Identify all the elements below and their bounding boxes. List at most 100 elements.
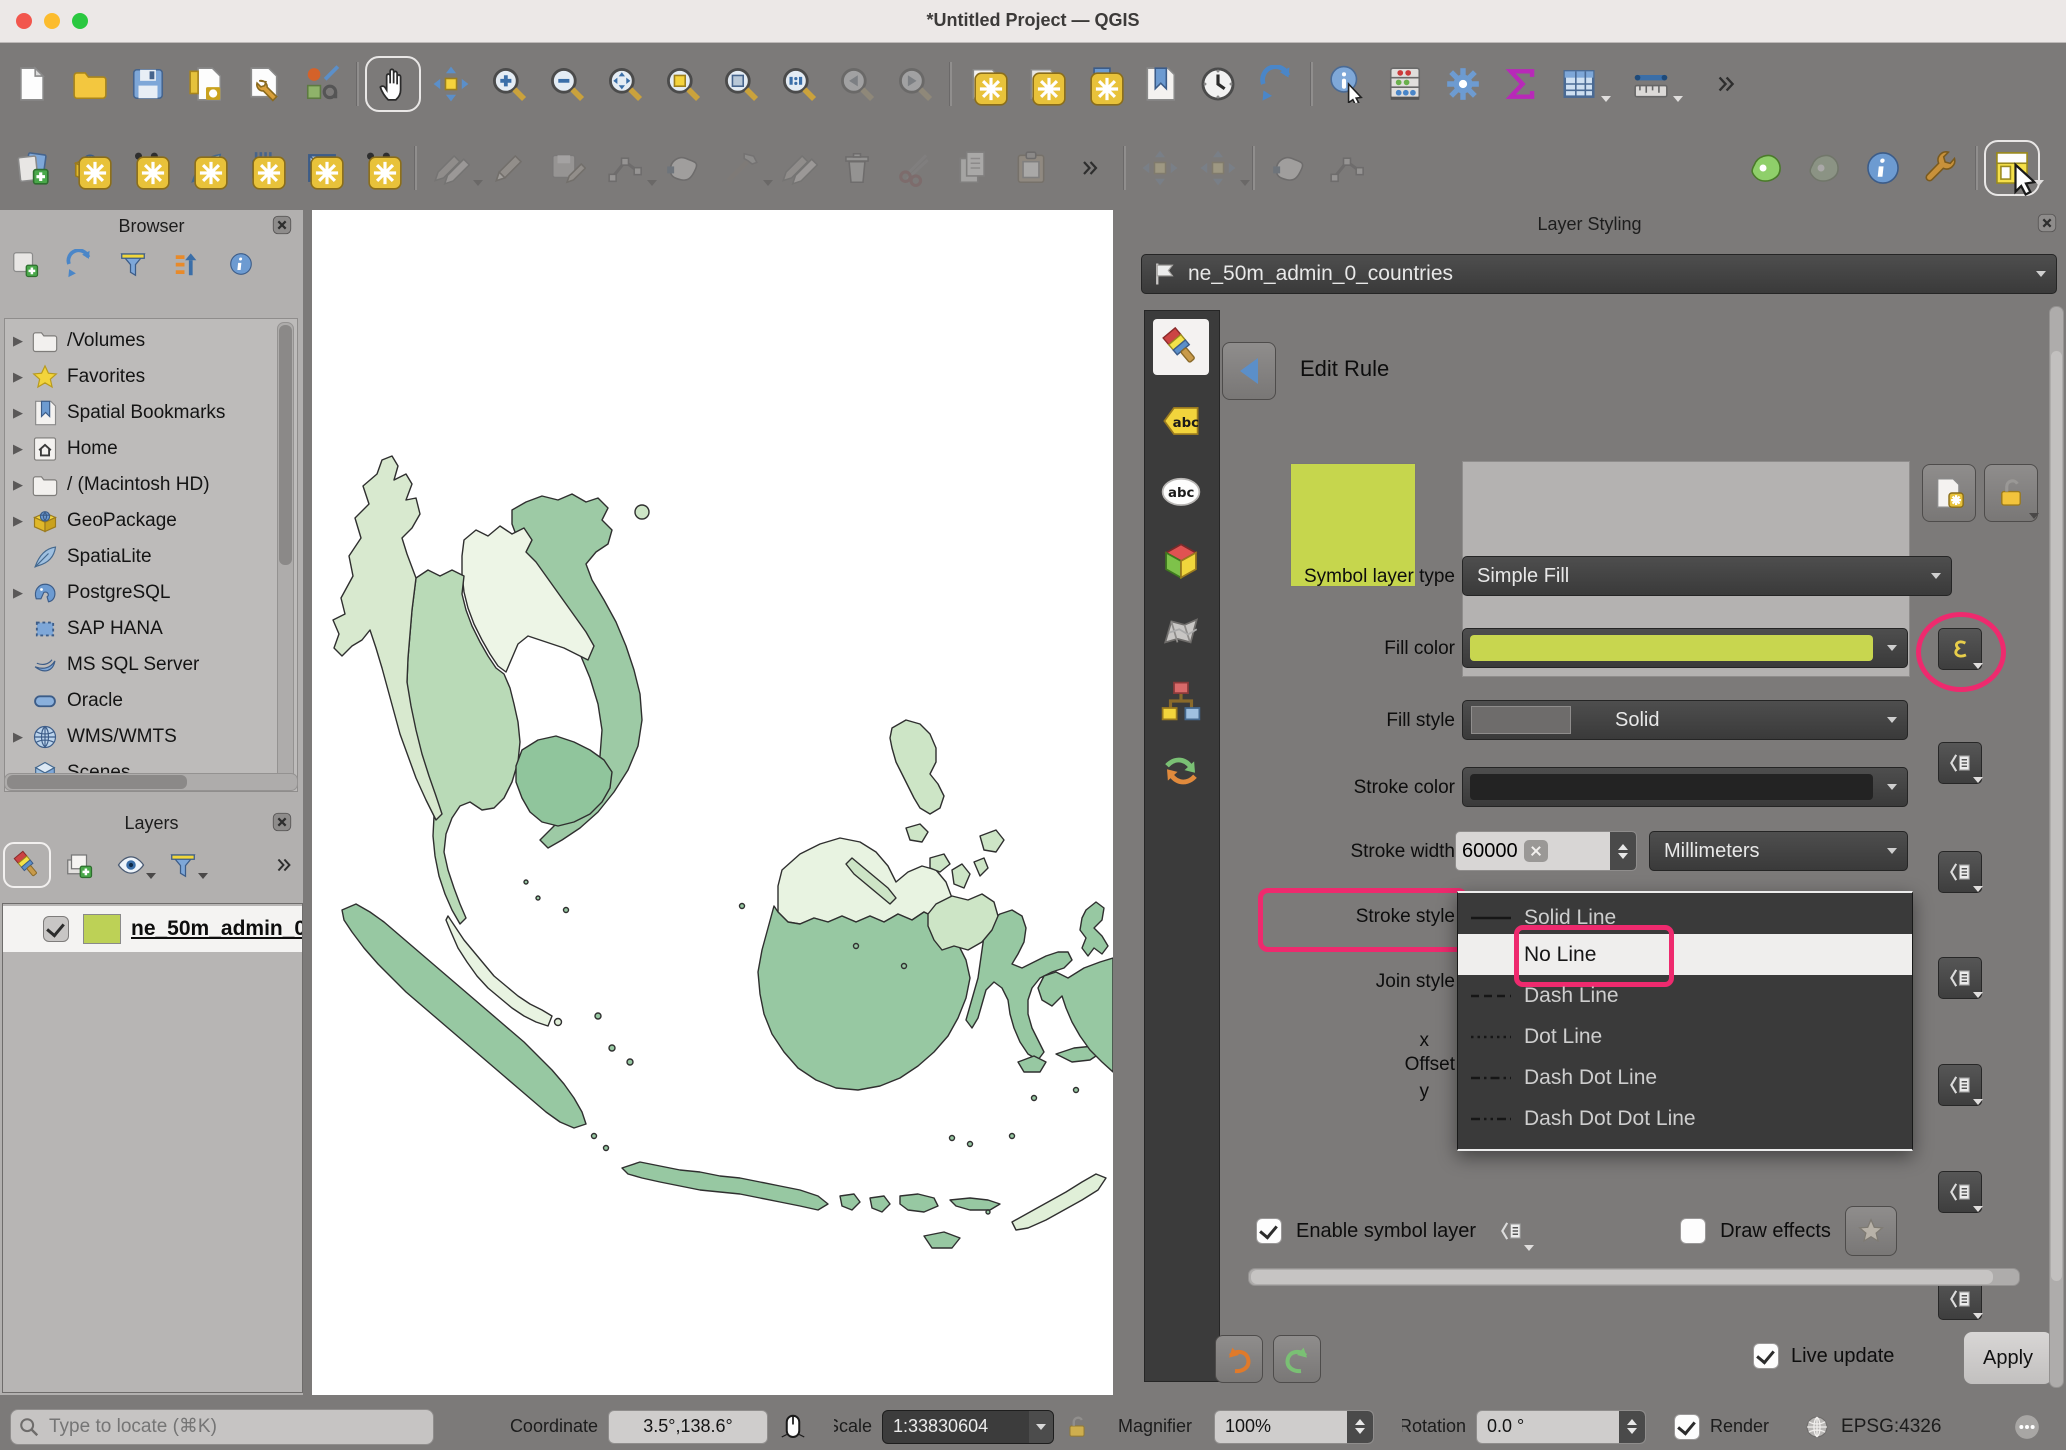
modify-attributes-button[interactable] <box>775 144 823 192</box>
draw-effects-checkbox[interactable] <box>1680 1218 1706 1244</box>
layer-styling-dock-button[interactable] <box>1988 144 2036 192</box>
browser-item-home[interactable]: ▶Home <box>5 431 298 467</box>
new-spatial-bookmark-button[interactable] <box>1078 60 1126 108</box>
fill-style-data-defined-button[interactable] <box>1938 742 1982 784</box>
save-edits-button[interactable] <box>543 144 591 192</box>
close-styling-panel-icon[interactable] <box>2036 212 2058 234</box>
coordinate-value[interactable]: 3.5°,138.6° <box>608 1410 768 1444</box>
browser-item-spatialite[interactable]: SpatiaLite <box>5 539 298 575</box>
rotation-spinbox[interactable]: 0.0 ° <box>1476 1410 1646 1444</box>
stroke-width-stepper[interactable] <box>1610 832 1636 870</box>
zoom-out-button[interactable] <box>543 60 591 108</box>
new-geopackage-layer-button[interactable] <box>66 144 114 192</box>
styling-horizontal-scrollbar[interactable] <box>1248 1268 2020 1286</box>
layer-row-ne-50m-admin-0-countries[interactable]: ne_50m_admin_0_countries <box>3 906 302 952</box>
zoom-full-button[interactable] <box>601 60 649 108</box>
browser-item-oracle[interactable]: Oracle <box>5 683 298 719</box>
fill-style-dropdown[interactable]: Solid <box>1462 700 1908 740</box>
stroke-color-button[interactable] <box>1462 767 1908 807</box>
rotate-feature-button[interactable] <box>1265 144 1313 192</box>
browser-item-geopackage[interactable]: ▶GeoPackage <box>5 503 298 539</box>
new-map-view-button[interactable] <box>962 60 1010 108</box>
crs-globe-icon[interactable] <box>1803 1413 1831 1441</box>
browser-item-favorites[interactable]: ▶Favorites <box>5 359 298 395</box>
paste-features-button[interactable] <box>1007 144 1055 192</box>
add-group-button[interactable] <box>58 845 100 885</box>
stroke-width-data-defined-button[interactable] <box>1938 957 1982 999</box>
fill-color-button[interactable] <box>1462 628 1908 668</box>
option-dot-line[interactable]: Dot Line <box>1458 1016 1912 1057</box>
option-dash-dot-dot-line[interactable]: Dash Dot Dot Line <box>1458 1098 1912 1139</box>
show-spatial-bookmarks-button[interactable] <box>1136 60 1184 108</box>
digitize-button[interactable] <box>601 144 649 192</box>
enable-symbol-layer-checkbox[interactable] <box>1256 1218 1282 1244</box>
lock-scale-icon[interactable] <box>1064 1414 1090 1440</box>
browser-item-sap-hana[interactable]: SAP HANA <box>5 611 298 647</box>
stroke-width-unit-dropdown[interactable]: Millimeters <box>1649 831 1908 871</box>
copy-features-button[interactable] <box>949 144 997 192</box>
clear-value-icon[interactable] <box>1524 840 1548 862</box>
messages-icon[interactable] <box>2012 1412 2042 1442</box>
zoom-next-button[interactable] <box>891 60 939 108</box>
back-button[interactable] <box>1222 342 1276 400</box>
close-browser-panel-icon[interactable] <box>271 214 293 236</box>
new-mesh-layer-button[interactable] <box>240 144 288 192</box>
manage-visibility-button[interactable] <box>110 845 152 885</box>
stroke-color-data-defined-button[interactable] <box>1938 851 1982 893</box>
browser-filter-button[interactable] <box>112 244 154 284</box>
data-source-manager-button[interactable] <box>8 144 56 192</box>
temporal-controller-button[interactable] <box>1194 60 1242 108</box>
new-shapefile-layer-button[interactable] <box>124 144 172 192</box>
browser-vertical-scrollbar[interactable] <box>277 322 294 786</box>
option-dash-dot-line[interactable]: Dash Dot Line <box>1458 1057 1912 1098</box>
option-no-line[interactable]: No Line <box>1458 934 1912 975</box>
browser-add-layer-button[interactable] <box>4 244 46 284</box>
copy-move-feature-button[interactable] <box>1194 144 1242 192</box>
zoom-to-selection-button[interactable] <box>659 60 707 108</box>
pan-to-selection-button[interactable] <box>427 60 475 108</box>
scale-combobox[interactable]: 1:33830604 <box>882 1410 1054 1444</box>
show-layout-manager-button[interactable] <box>240 60 288 108</box>
browser-item-ms-sql-server[interactable]: MS SQL Server <box>5 647 298 683</box>
tab-labels[interactable] <box>1153 393 1209 449</box>
help-contents-button[interactable] <box>1859 144 1907 192</box>
filter-legend-button[interactable] <box>162 845 204 885</box>
delete-selected-button[interactable] <box>833 144 881 192</box>
browser-item-macintosh-hd[interactable]: ▶/ (Macintosh HD) <box>5 467 298 503</box>
browser-refresh-button[interactable] <box>58 244 100 284</box>
style-manager-button[interactable] <box>298 60 346 108</box>
pan-map-button[interactable] <box>369 60 417 108</box>
stroke-style-data-defined-button[interactable] <box>1938 1064 1982 1106</box>
enable-symbol-layer-data-defined-button[interactable] <box>1490 1211 1532 1251</box>
browser-horizontal-scrollbar[interactable] <box>4 773 298 791</box>
customize-effects-button[interactable] <box>1845 1206 1897 1256</box>
redo-button[interactable] <box>1273 1335 1321 1383</box>
option-dash-line[interactable]: Dash Line <box>1458 975 1912 1016</box>
close-layers-panel-icon[interactable] <box>271 811 293 833</box>
cut-features-button[interactable] <box>891 144 939 192</box>
layer-visibility-checkbox[interactable] <box>43 916 69 942</box>
render-checkbox[interactable] <box>1674 1414 1700 1440</box>
tab-masks[interactable] <box>1153 463 1209 519</box>
options-gear-button[interactable] <box>1439 60 1487 108</box>
statistical-summary-button[interactable] <box>1497 60 1545 108</box>
advanced-digitizing-button[interactable] <box>717 144 765 192</box>
save-symbol-button[interactable] <box>1922 464 1976 522</box>
browser-item-wms-wmts[interactable]: ▶WMS/WMTS <box>5 719 298 755</box>
styling-layer-selector[interactable]: ne_50m_admin_0_countries <box>1141 254 2057 294</box>
new-memory-layer-button[interactable] <box>356 144 404 192</box>
save-project-button[interactable] <box>124 60 172 108</box>
mouse-extents-icon[interactable] <box>778 1412 808 1442</box>
join-style-data-defined-button[interactable] <box>1938 1171 1982 1213</box>
map-canvas[interactable] <box>312 210 1113 1395</box>
lock-colors-button[interactable] <box>1984 464 2038 522</box>
run-feature-action-button[interactable] <box>1381 60 1429 108</box>
browser-collapse-all-button[interactable] <box>166 244 208 284</box>
open-layer-styling-button[interactable] <box>6 845 48 885</box>
live-update-checkbox[interactable] <box>1753 1343 1779 1369</box>
symbol-layer-type-dropdown[interactable]: Simple Fill <box>1462 556 1952 596</box>
tab-symbology[interactable] <box>1153 319 1209 375</box>
new-project-button[interactable] <box>8 60 56 108</box>
stroke-width-spinbox[interactable]: 60000 <box>1455 831 1637 871</box>
open-project-button[interactable] <box>66 60 114 108</box>
